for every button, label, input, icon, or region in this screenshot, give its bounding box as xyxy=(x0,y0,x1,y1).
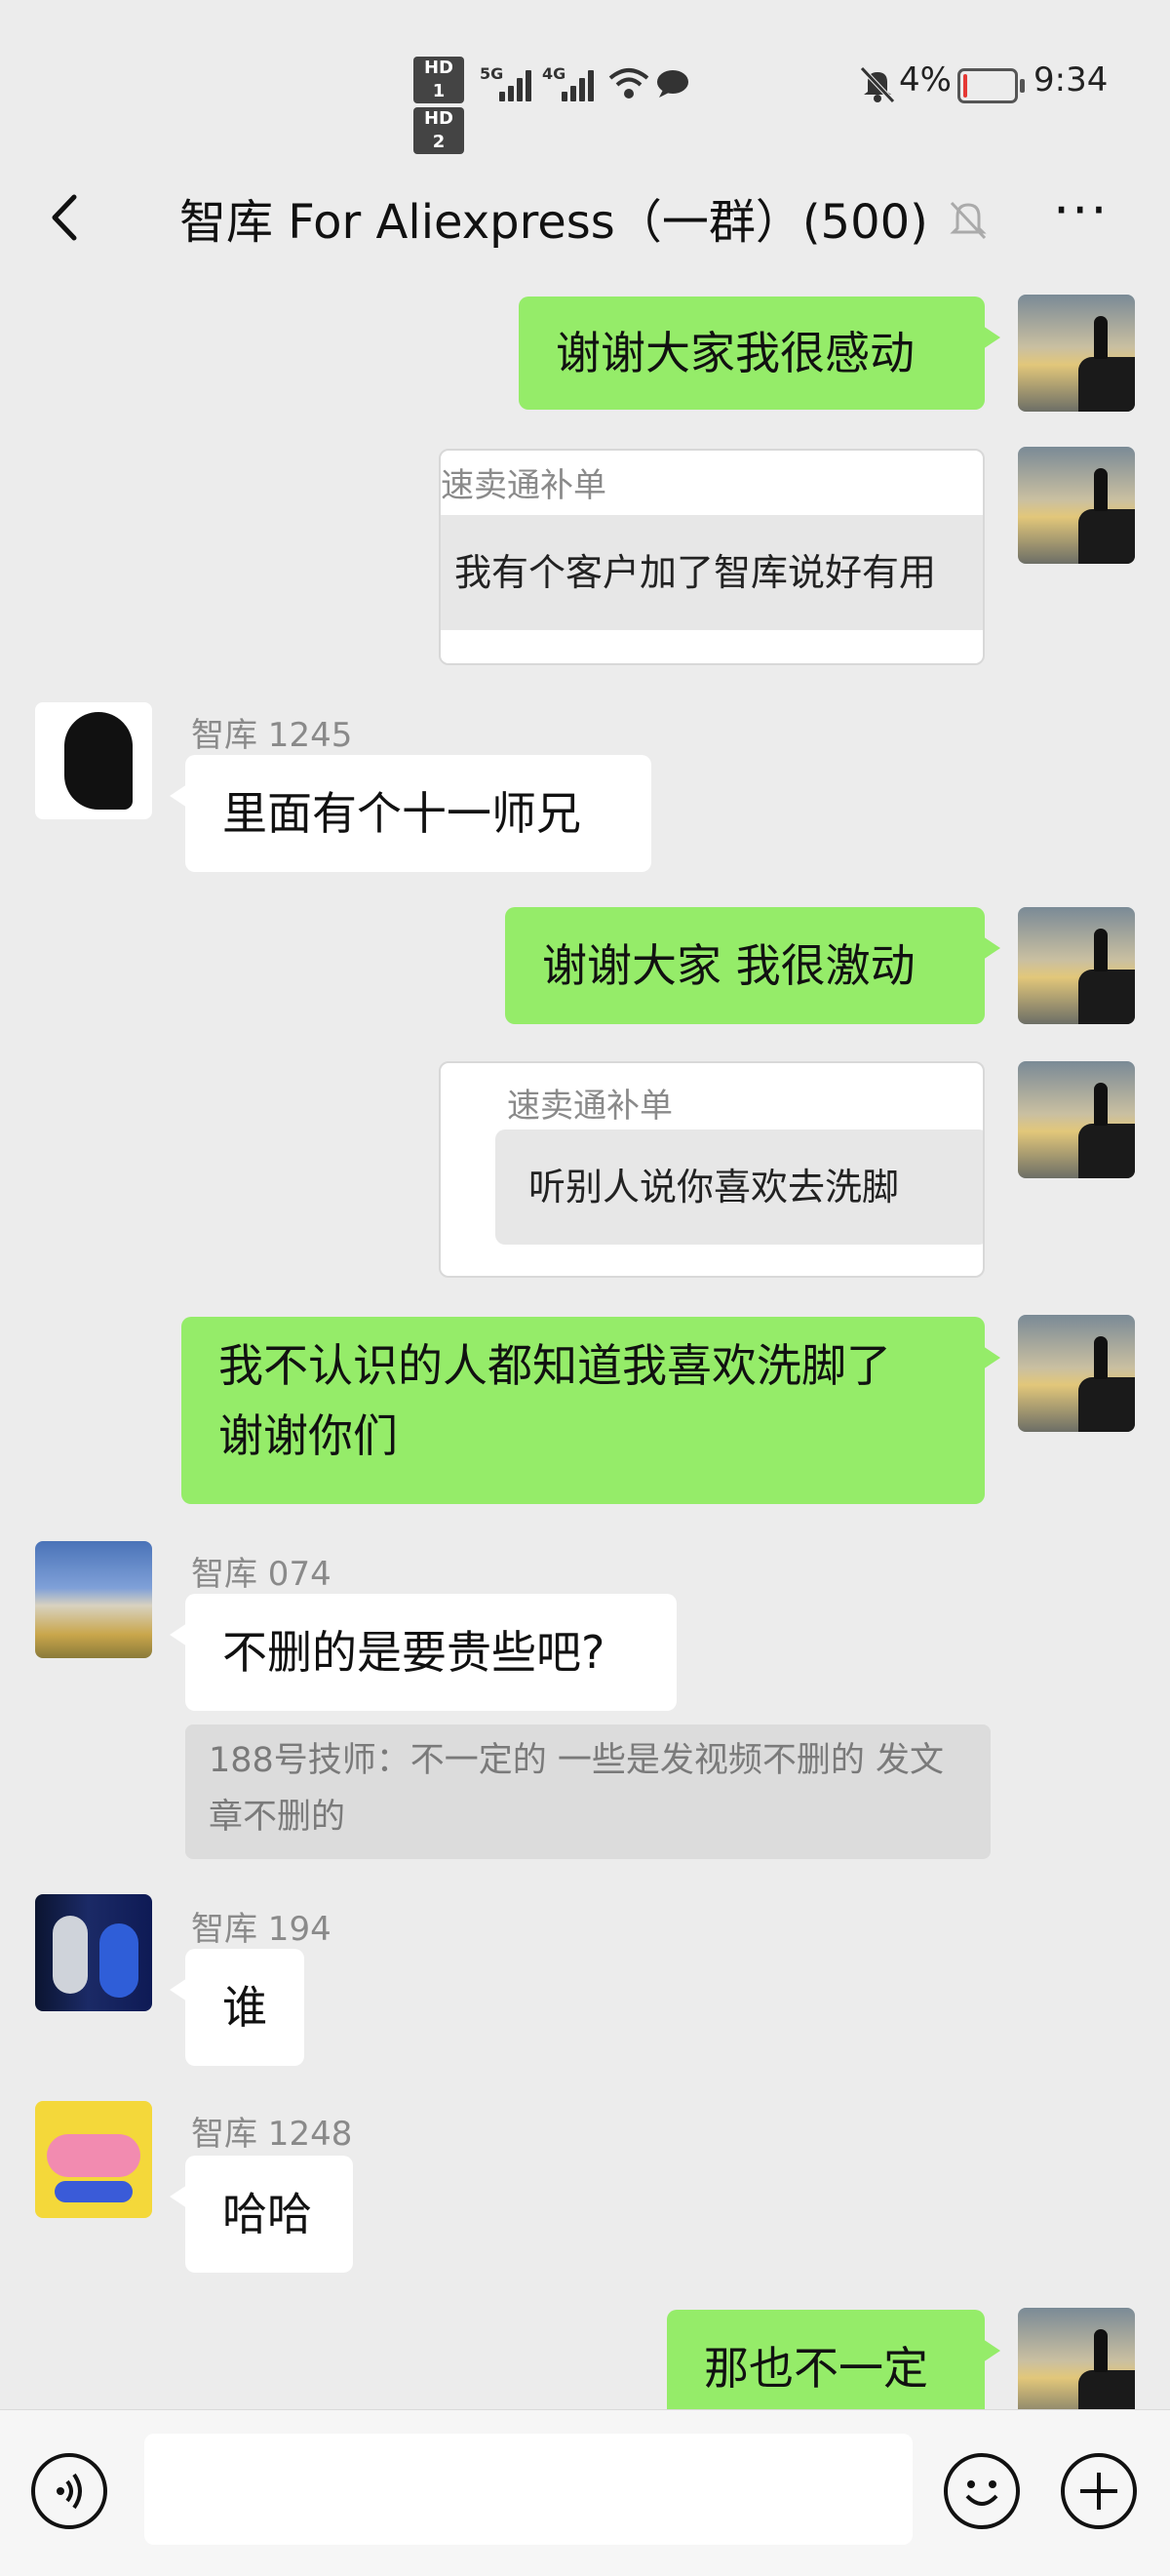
card-body: 听别人说你喜欢去洗脚 xyxy=(495,1129,983,1245)
self-avatar[interactable] xyxy=(1018,295,1135,412)
message-bubble-self[interactable]: 我不认识的人都知道我喜欢洗脚了 谢谢你们 xyxy=(181,1317,1000,1504)
message-bubble-other[interactable]: 不删的是要贵些吧? xyxy=(170,1594,677,1711)
member-avatar[interactable] xyxy=(35,2101,152,2218)
wifi-icon xyxy=(608,68,649,99)
message-bubble-self[interactable]: 谢谢大家 我很激动 xyxy=(505,907,1000,1024)
image-message-card[interactable]: 速卖通补单 听别人说你喜欢去洗脚 xyxy=(439,1061,985,1278)
emoji-icon[interactable] xyxy=(944,2453,1020,2529)
chevron-left-icon[interactable] xyxy=(35,183,103,252)
card-body: 我有个客户加了智库说好有用 xyxy=(441,515,983,630)
emoji-glyph xyxy=(965,2480,998,2506)
battery-icon xyxy=(957,68,1025,103)
self-avatar[interactable] xyxy=(1018,1315,1135,1432)
input-bar xyxy=(0,2409,1170,2576)
card-title: 速卖通补单 xyxy=(441,466,606,505)
hd-indicator: HD 1 HD 2 xyxy=(413,57,464,158)
image-message-card[interactable]: 速卖通补单 我有个客户加了智库说好有用 xyxy=(439,449,985,665)
voice-icon[interactable] xyxy=(31,2453,107,2529)
sender-name: 智库 1245 xyxy=(191,716,353,755)
member-avatar[interactable] xyxy=(35,1894,152,2011)
message-bubble-other[interactable]: 谁 xyxy=(170,1949,304,2066)
battery-percent: 4% xyxy=(899,60,952,99)
plus-icon[interactable] xyxy=(1061,2453,1137,2529)
message-bubble-other[interactable]: 哈哈 xyxy=(170,2156,353,2273)
more-dots-icon[interactable]: ··· xyxy=(1053,179,1110,241)
self-avatar[interactable] xyxy=(1018,447,1135,564)
message-input[interactable] xyxy=(144,2434,913,2545)
bell-muted-status-icon xyxy=(860,66,895,103)
sender-name: 智库 074 xyxy=(191,1555,332,1594)
quoted-reply[interactable]: 188号技师：不一定的 一些是发视频不删的 发文章不删的 xyxy=(185,1724,991,1859)
plus-glyph xyxy=(1080,2473,1117,2510)
member-avatar[interactable] xyxy=(35,702,152,819)
chat-title: 智库 For Aliexpress（一群）(500) xyxy=(179,195,928,250)
self-avatar[interactable] xyxy=(1018,1061,1135,1178)
message-bubble-other[interactable]: 里面有个十一师兄 xyxy=(170,755,651,872)
hd1-label: HD 1 xyxy=(413,57,464,103)
bell-off-icon xyxy=(950,201,987,240)
self-avatar[interactable] xyxy=(1018,2308,1135,2425)
status-time: 9:34 xyxy=(1034,60,1109,99)
status-bar: HD 1 HD 2 5G 4G 4% 9:34 xyxy=(0,0,1170,166)
member-avatar[interactable] xyxy=(35,1541,152,1658)
message-notification-icon xyxy=(657,70,688,98)
self-avatar[interactable] xyxy=(1018,907,1135,1024)
sender-name: 智库 194 xyxy=(191,1910,332,1949)
sender-name: 智库 1248 xyxy=(191,2115,353,2154)
card-title: 速卖通补单 xyxy=(507,1087,673,1126)
message-bubble-self[interactable]: 谢谢大家我很感动 xyxy=(519,297,1000,410)
voice-glyph xyxy=(57,2473,82,2510)
signal-icon xyxy=(499,68,538,101)
hd2-label: HD 2 xyxy=(413,107,464,154)
signal-icon-2 xyxy=(562,68,601,101)
chat-header: 智库 For Aliexpress（一群）(500) ··· xyxy=(0,166,1170,273)
